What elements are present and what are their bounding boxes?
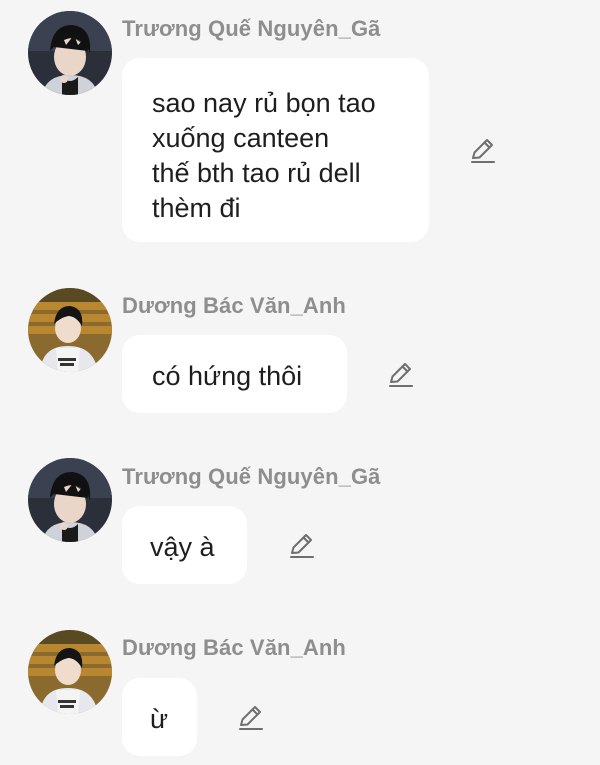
pencil-icon[interactable] xyxy=(236,703,266,733)
avatar[interactable] xyxy=(28,630,112,714)
message-text-line: có hứng thôi xyxy=(152,361,303,391)
message-text-line: xuống canteen xyxy=(152,123,330,153)
message-bubble[interactable]: ừ xyxy=(122,678,197,756)
sender-name: Trương Quế Nguyên_Gã xyxy=(122,16,381,41)
sender-name: Trương Quế Nguyên_Gã xyxy=(122,464,381,489)
message-text-line: ừ xyxy=(150,704,169,734)
sender-name: Dương Bác Văn_Anh xyxy=(122,635,346,660)
pencil-icon[interactable] xyxy=(386,360,416,390)
message-bubble[interactable]: có hứng thôi xyxy=(122,335,347,413)
avatar[interactable] xyxy=(28,11,112,95)
message-text-line: vậy à xyxy=(150,532,215,562)
message-bubble[interactable]: sao nay rủ bọn tao xuống canteen thế bth… xyxy=(122,58,429,242)
pencil-icon[interactable] xyxy=(468,136,498,166)
message-text-line: sao nay rủ bọn tao xyxy=(152,88,376,118)
chat-thread: Trương Quế Nguyên_Gã sao nay rủ bọn tao … xyxy=(0,0,600,765)
sender-name: Dương Bác Văn_Anh xyxy=(122,293,346,318)
message-text-line: thế bth tao rủ dell xyxy=(152,158,361,188)
message-text-line: thèm đi xyxy=(152,193,241,223)
pencil-icon[interactable] xyxy=(287,531,317,561)
avatar[interactable] xyxy=(28,288,112,372)
avatar[interactable] xyxy=(28,458,112,542)
message-bubble[interactable]: vậy à xyxy=(122,506,247,584)
